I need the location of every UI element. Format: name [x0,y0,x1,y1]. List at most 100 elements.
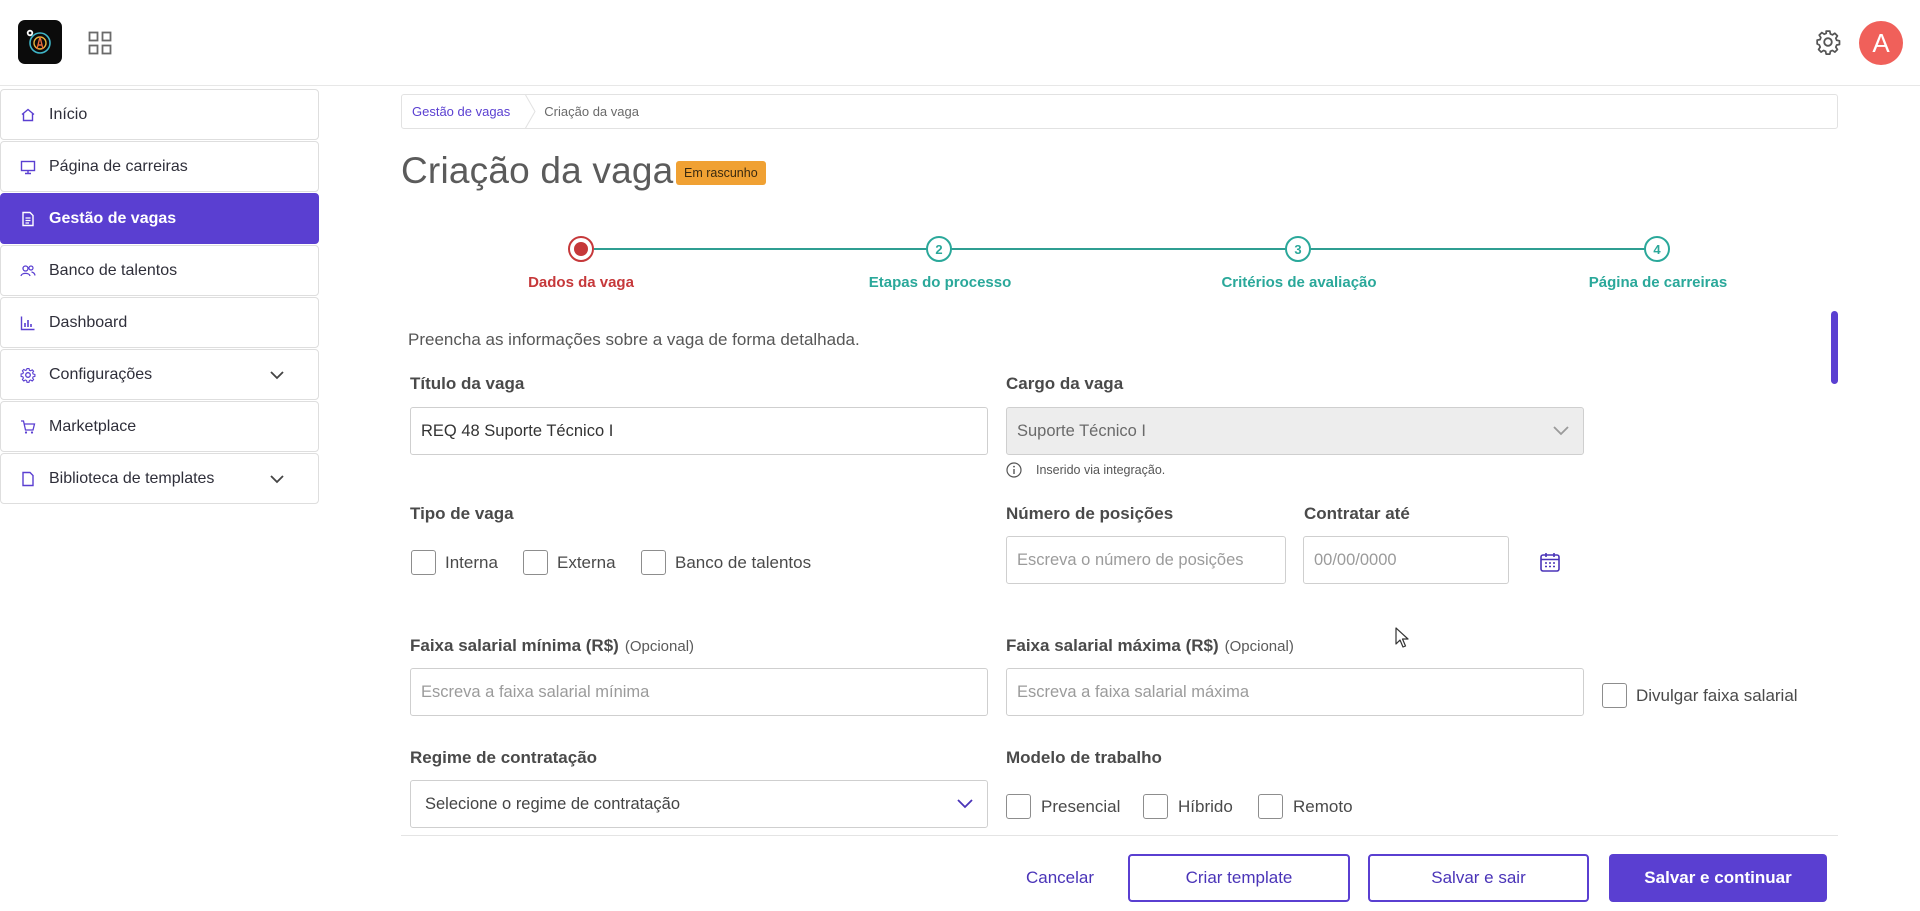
modelo-hibrido-checkbox[interactable] [1143,794,1168,819]
sidebar-item-label: Biblioteca de templates [49,469,215,487]
cancel-button[interactable]: Cancelar [1014,854,1106,902]
regime-placeholder: Selecione o regime de contratação [425,794,680,813]
breadcrumb-link-gestao-vagas[interactable]: Gestão de vagas [402,104,524,119]
chevron-down-icon [957,799,973,809]
sidebar-item-inicio[interactable]: Início [0,89,319,140]
chevron-down-icon[interactable] [269,368,285,382]
document-icon [22,471,34,486]
optional-tag: (Opcional) [624,638,695,655]
sidebar-item-label: Marketplace [49,417,137,435]
tipo-externa-checkbox[interactable] [523,550,548,575]
salario-min-placeholder: Escreva a faixa salarial mínima [421,682,650,701]
modelo-remoto-label[interactable]: Remoto [1293,797,1353,817]
salario-min-label-text: Faixa salarial mínima (R$) [410,636,619,655]
step-4-label[interactable]: Página de carreiras [1589,274,1727,291]
gear-icon[interactable] [1815,29,1841,55]
posicoes-placeholder: Escreva o número de posições [1017,550,1244,569]
create-template-button[interactable]: Criar template [1128,854,1350,902]
modelo-presencial-label[interactable]: Presencial [1041,797,1120,817]
regime-select[interactable]: Selecione o regime de contratação [410,780,988,828]
top-bar: A [0,0,1920,86]
avatar[interactable]: A [1859,21,1903,65]
sidebar-item-pagina-carreiras[interactable]: Página de carreiras [0,141,319,192]
document-icon [22,211,34,226]
mouse-cursor-icon [1395,627,1409,648]
titulo-input[interactable]: REQ 48 Suporte Técnico I [410,407,988,455]
step-1-indicator[interactable] [568,236,594,262]
step-1-label[interactable]: Dados da vaga [528,274,634,291]
calendar-icon[interactable] [1539,551,1561,573]
page-title: Criação da vaga [401,150,674,191]
step-number: 2 [935,241,943,257]
modelo-hibrido-label[interactable]: Híbrido [1178,797,1233,817]
cargo-note-text: Inserido via integração. [1036,463,1166,477]
info-icon [1006,462,1022,478]
save-exit-button[interactable]: Salvar e sair [1368,854,1589,902]
salario-min-label: Faixa salarial mínima (R$) (Opcional) [410,636,694,656]
salario-max-label: Faixa salarial máxima (R$) (Opcional) [1006,636,1294,656]
salario-max-label-text: Faixa salarial máxima (R$) [1006,636,1219,655]
users-icon [20,264,36,276]
sidebar-item-label: Banco de talentos [49,261,178,279]
step-number: 4 [1653,241,1661,257]
tipo-interna-checkbox[interactable] [411,550,436,575]
step-4-indicator[interactable]: 4 [1644,236,1670,262]
cargo-integration-note: Inserido via integração. [1006,462,1165,478]
sidebar-item-label: Dashboard [49,313,128,331]
step-2-indicator[interactable]: 2 [926,236,952,262]
logo-mark-icon [26,29,51,54]
breadcrumb-current: Criação da vaga [544,104,639,119]
titulo-value: REQ 48 Suporte Técnico I [421,421,614,440]
stepper-line [594,248,1657,250]
chevron-down-icon [1553,426,1569,436]
breadcrumb-separator-icon [524,94,536,129]
sidebar-item-dashboard[interactable]: Dashboard [0,297,319,348]
app-logo[interactable] [18,20,62,64]
monitor-icon [20,160,36,174]
sidebar-item-label: Configurações [49,365,153,383]
cargo-select[interactable]: Suporte Técnico I [1006,407,1584,455]
divulgar-faixa-label[interactable]: Divulgar faixa salarial [1636,686,1798,706]
modelo-remoto-checkbox[interactable] [1258,794,1283,819]
cargo-label: Cargo da vaga [1006,374,1124,393]
sidebar-item-label: Página de carreiras [49,157,188,175]
tipo-externa-label[interactable]: Externa [557,553,616,573]
tipo-banco-label[interactable]: Banco de talentos [675,553,811,573]
contratar-ate-placeholder: 00/00/0000 [1314,550,1397,569]
tipo-banco-checkbox[interactable] [641,550,666,575]
scrollbar-thumb[interactable] [1831,311,1838,384]
regime-label: Regime de contratação [410,748,598,767]
divulgar-faixa-checkbox[interactable] [1602,683,1627,708]
cart-icon [21,419,36,434]
tipo-interna-label[interactable]: Interna [445,553,498,573]
sidebar-item-label: Início [49,105,88,123]
sidebar-item-configuracoes[interactable]: Configurações [0,349,319,400]
contratar-ate-label: Contratar até [1304,504,1410,523]
cargo-value: Suporte Técnico I [1017,421,1147,440]
sidebar-item-label: Gestão de vagas [49,209,177,227]
sidebar-item-marketplace[interactable]: Marketplace [0,401,319,452]
modelo-presencial-checkbox[interactable] [1006,794,1031,819]
contratar-ate-input[interactable]: 00/00/0000 [1303,536,1509,584]
sidebar-item-gestao-vagas[interactable]: Gestão de vagas [0,193,319,244]
chevron-down-icon[interactable] [269,472,285,486]
apps-grid-icon[interactable] [88,31,112,55]
gear-icon [20,367,36,383]
titulo-label: Título da vaga [410,374,525,393]
sidebar-item-banco-talentos[interactable]: Banco de talentos [0,245,319,296]
salario-min-input[interactable]: Escreva a faixa salarial mínima [410,668,988,716]
step-3-label[interactable]: Critérios de avaliação [1221,274,1376,291]
step-3-indicator[interactable]: 3 [1285,236,1311,262]
salario-max-placeholder: Escreva a faixa salarial máxima [1017,682,1249,701]
sidebar-item-biblioteca-templates[interactable]: Biblioteca de templates [0,453,319,504]
step-2-label[interactable]: Etapas do processo [869,274,1012,291]
step-number: 3 [1294,241,1302,257]
save-continue-button[interactable]: Salvar e continuar [1609,854,1827,902]
home-icon [21,108,35,121]
footer-divider [401,835,1838,836]
optional-tag: (Opcional) [1224,638,1294,655]
chart-icon [20,316,35,330]
salario-max-input[interactable]: Escreva a faixa salarial máxima [1006,668,1584,716]
modelo-label: Modelo de trabalho [1006,748,1162,767]
posicoes-input[interactable]: Escreva o número de posições [1006,536,1286,584]
